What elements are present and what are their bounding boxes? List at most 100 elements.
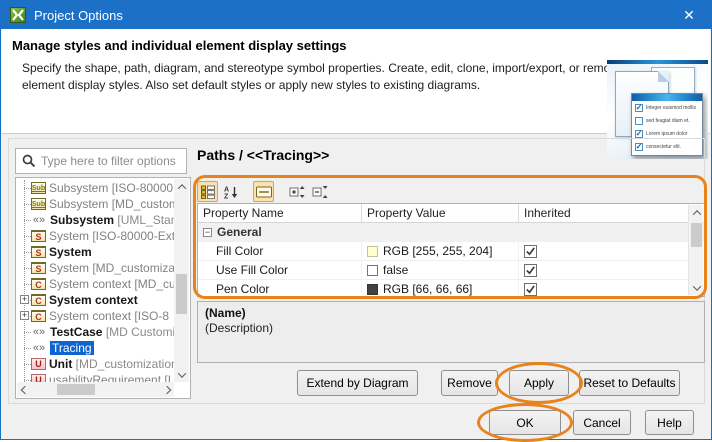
property-name: Use Fill Color (198, 261, 362, 279)
tree-item-tracing-selected[interactable]: «» Tracing (17, 340, 174, 356)
checked-checkbox-icon: ✓ (635, 130, 643, 138)
close-button[interactable]: ✕ (667, 1, 711, 29)
unit-icon: U (31, 374, 46, 382)
property-value: false (383, 263, 408, 277)
tree-item-subsystem-uml[interactable]: «» Subsystem [UML_Stand (17, 212, 174, 228)
property-value: RGB [66, 66, 66] (383, 282, 472, 296)
tree-item-system-context[interactable]: + C System context (17, 292, 174, 308)
system-icon: S (31, 262, 46, 274)
scrollbar-thumb[interactable] (691, 223, 702, 247)
search-icon (22, 154, 36, 168)
illustration-top-bar (607, 60, 708, 64)
collapse-all-button[interactable] (309, 181, 330, 202)
tree-item-system-context-md[interactable]: C System context [MD_cu (17, 276, 174, 292)
sort-alphabetically-button[interactable]: A Z (220, 181, 241, 202)
remove-button[interactable]: Remove (441, 370, 498, 396)
tree-item-system-md[interactable]: S System [MD_customiza (17, 260, 174, 276)
checklist-item: ✓ Integer euismod mollis (632, 102, 702, 114)
expand-toggle[interactable]: + (20, 311, 29, 320)
scroll-up-button[interactable] (689, 205, 704, 220)
inherited-checkbox-checked[interactable] (524, 245, 537, 258)
chevron-up-icon (692, 210, 700, 218)
inherited-checkbox-checked[interactable] (524, 264, 537, 277)
value-checkbox-unchecked[interactable] (367, 265, 378, 276)
tree-item-usability-requirement[interactable]: U usabilityRequirement [I (17, 372, 174, 382)
stereotype-icon: «» (31, 214, 47, 226)
filter-field[interactable] (15, 148, 187, 174)
property-doc-description: (Description) (205, 321, 697, 335)
help-button[interactable]: Help (645, 410, 694, 435)
filter-input[interactable] (41, 154, 186, 168)
tree-body: Sub Subsystem [ISO-80000 Sub Subsystem [… (17, 180, 174, 382)
tree-item-subsystem-iso[interactable]: Sub Subsystem [ISO-80000 (17, 180, 174, 196)
page-fold (658, 71, 669, 82)
header-title: Manage styles and individual element dis… (12, 38, 346, 53)
tree-item-unit[interactable]: U Unit [MD_customization (17, 356, 174, 372)
context-icon: C (31, 310, 46, 322)
extend-by-diagram-button[interactable]: Extend by Diagram (297, 370, 418, 396)
tree-item-system-iso[interactable]: S System [ISO-80000-Ext (17, 228, 174, 244)
check-icon (525, 265, 536, 276)
checklist-titlebar (632, 94, 702, 101)
context-icon: C (31, 294, 46, 306)
scroll-down-button[interactable] (689, 280, 704, 295)
scroll-right-button[interactable] (159, 382, 174, 397)
tree-vertical-scrollbar[interactable] (174, 179, 189, 382)
header-description: Specify the shape, path, diagram, and st… (22, 60, 623, 94)
collapse-toggle[interactable]: − (203, 228, 212, 237)
tree-item-subsystem-md[interactable]: Sub Subsystem [MD_custom (17, 196, 174, 212)
svg-text:A: A (224, 186, 229, 193)
unchecked-checkbox-icon (635, 117, 643, 125)
property-group-row[interactable]: − General (198, 223, 704, 242)
app-icon (10, 7, 26, 23)
dialog-header: Manage styles and individual element dis… (2, 29, 710, 134)
property-row-pen-color[interactable]: Pen Color RGB [66, 66, 66] (198, 280, 704, 299)
categorized-view-button[interactable] (197, 181, 218, 202)
property-row-use-fill-color[interactable]: Use Fill Color false (198, 261, 704, 280)
reset-to-defaults-button[interactable]: Reset to Defaults (579, 370, 680, 396)
expand-toggle[interactable]: + (20, 295, 29, 304)
scroll-left-button[interactable] (17, 382, 32, 397)
color-swatch (367, 246, 378, 257)
system-icon: S (31, 230, 46, 242)
categorized-view-icon (201, 185, 215, 199)
expand-all-icon (289, 185, 305, 199)
svg-text:Z: Z (224, 193, 229, 199)
stereotype-icon: «» (31, 342, 47, 354)
table-vertical-scrollbar[interactable] (688, 205, 703, 295)
check-icon (525, 246, 536, 257)
titlebar[interactable]: Project Options ✕ (1, 1, 711, 29)
tree-item-testcase[interactable]: «» TestCase [MD Customiz (17, 324, 174, 340)
scrollbar-thumb[interactable] (176, 274, 187, 314)
column-header-property-value[interactable]: Property Value (362, 204, 519, 222)
ok-button[interactable]: OK (489, 410, 561, 435)
column-header-property-name[interactable]: Property Name (198, 204, 362, 222)
chevron-up-icon (177, 184, 185, 192)
tree-item-system[interactable]: S System (17, 244, 174, 260)
scrollbar-thumb[interactable] (57, 384, 95, 395)
tree-horizontal-scrollbar[interactable] (17, 382, 174, 397)
column-header-inherited[interactable]: Inherited (519, 204, 704, 222)
scroll-up-button[interactable] (174, 179, 189, 194)
properties-toolbar: A Z (197, 180, 332, 203)
tree-item-system-context-iso[interactable]: + C System context [ISO-8 (17, 308, 174, 324)
checklist-item: sed feugiat diam et. (632, 115, 702, 127)
properties-table: Property Name Property Value Inherited −… (197, 203, 705, 297)
property-name: Fill Color (198, 242, 362, 260)
description-panel: (Name) (Description) (197, 301, 705, 363)
checked-checkbox-icon: ✓ (635, 104, 643, 112)
chevron-down-icon (177, 369, 185, 377)
property-row-fill-color[interactable]: Fill Color RGB [255, 255, 204] (198, 242, 704, 261)
scroll-down-button[interactable] (174, 367, 189, 382)
property-value: RGB [255, 255, 204] (383, 244, 492, 258)
group-label: General (217, 225, 262, 239)
check-icon (525, 284, 536, 295)
show-description-area-button[interactable] (253, 181, 274, 202)
cancel-button[interactable]: Cancel (573, 410, 631, 435)
style-tree[interactable]: Sub Subsystem [ISO-80000 Sub Subsystem [… (15, 177, 191, 399)
apply-button[interactable]: Apply (509, 370, 569, 396)
chevron-left-icon (20, 385, 28, 393)
show-description-area-icon (256, 186, 272, 198)
inherited-checkbox-checked[interactable] (524, 283, 537, 296)
expand-all-button[interactable] (286, 181, 307, 202)
